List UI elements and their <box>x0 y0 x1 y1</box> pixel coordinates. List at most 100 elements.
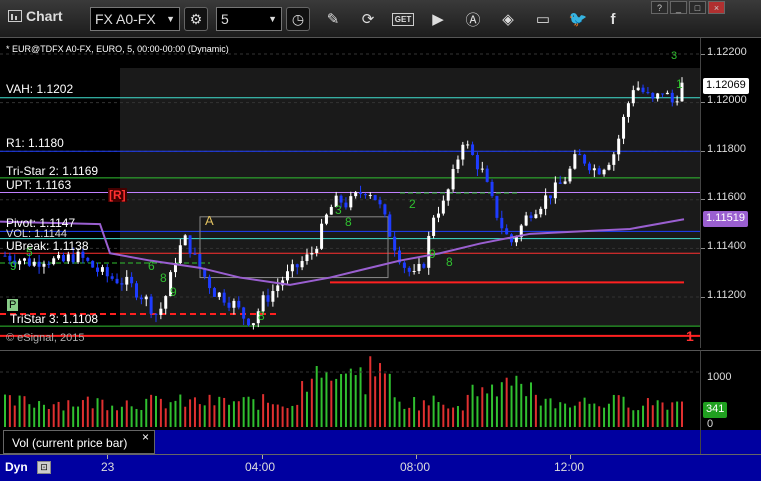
candle-body <box>217 292 221 297</box>
maximize-button[interactable]: □ <box>689 1 706 14</box>
chat-button[interactable]: ▭ <box>532 9 554 29</box>
candle-body <box>388 214 392 237</box>
candle-body <box>534 214 538 219</box>
twitter-button[interactable]: 🐦 <box>567 9 589 29</box>
time-axis[interactable]: Dyn ⊡ 23 04:00 08:00 12:00 <box>0 454 761 481</box>
candle-body <box>115 278 119 284</box>
candle-body <box>52 258 56 265</box>
candle-body <box>514 237 518 243</box>
setup-count-label: 9 <box>10 259 17 273</box>
candle-body <box>251 323 255 326</box>
candle-body <box>96 267 100 272</box>
candle-body <box>524 215 528 226</box>
chart-title-text: Chart <box>26 8 63 24</box>
level-label-upt: UPT: 1.1163 <box>6 178 72 192</box>
minimize-button[interactable]: _ <box>670 1 687 14</box>
candle-body <box>529 215 533 219</box>
level-label-tristar3: TriStar 3: 1.1108 <box>10 312 99 326</box>
refresh-button[interactable]: ⟳ <box>357 9 379 29</box>
candle-body <box>383 204 387 215</box>
candle-body <box>3 255 7 257</box>
candle-body <box>495 196 499 218</box>
lock-icon[interactable]: ⊡ <box>37 461 51 474</box>
candle-body <box>602 169 606 175</box>
candle-body <box>617 138 621 155</box>
setup-count-label: 9 <box>170 285 177 299</box>
candle-body <box>553 182 557 199</box>
volume-legend-close-button[interactable]: × <box>142 430 149 444</box>
help-button[interactable]: ? <box>651 1 668 14</box>
facebook-icon: f <box>610 10 616 28</box>
volume-axis[interactable]: 1000 0 341 <box>700 350 761 430</box>
tag-icon: ◈ <box>502 11 514 28</box>
candle-body <box>295 264 299 268</box>
alert-button[interactable]: Ⓐ <box>462 9 484 29</box>
candle-body <box>344 202 348 208</box>
price-axis[interactable]: 1.12200 1.12000 1.11800 1.11600 1.11400 … <box>700 38 761 348</box>
candle-body <box>578 154 582 156</box>
setup-count-label: 1 <box>676 77 683 91</box>
draw-tool-button[interactable]: ✎ <box>322 9 344 29</box>
volume-tick: 1000 <box>707 371 732 383</box>
right-edge-marker: 1 <box>686 328 694 344</box>
price-chart-panel[interactable]: 596898382981 * EUR@TDFX A0-FX, EURO, 5, … <box>0 38 700 348</box>
close-icon: × <box>713 2 720 13</box>
play-button[interactable]: ▶ <box>427 9 449 29</box>
candle-body <box>32 261 36 266</box>
candle-body <box>641 87 645 93</box>
close-icon: × <box>142 430 150 444</box>
setup-count-label: 2 <box>409 197 416 211</box>
settings-button[interactable]: ⚙ <box>184 7 208 31</box>
price-tick: 1.11800 <box>707 143 746 155</box>
symbol-input[interactable]: FX A0-FX ▼ <box>90 7 180 31</box>
setup-count-label: 8 <box>345 215 352 229</box>
get-button[interactable]: GET <box>391 9 415 29</box>
candle-body <box>271 291 275 302</box>
pencil-icon: ✎ <box>326 11 340 28</box>
candle-body <box>461 144 465 160</box>
candle-body <box>154 313 158 315</box>
candle-body <box>368 195 372 197</box>
candle-body <box>276 285 280 292</box>
volume-legend[interactable]: Vol (current price bar) <box>3 430 155 454</box>
close-button[interactable]: × <box>708 1 725 14</box>
candle-body <box>339 195 343 203</box>
candle-body <box>583 154 587 164</box>
candle-body <box>120 283 124 285</box>
volume-panel[interactable] <box>0 350 700 430</box>
p-marker: P <box>7 299 19 311</box>
time-template-button[interactable]: ◷ <box>286 7 310 31</box>
candle-body <box>285 271 289 281</box>
candle-body <box>300 261 304 268</box>
candle-body <box>475 154 479 170</box>
candle-body <box>626 103 630 117</box>
level-label-r1: R1: 1.1180 <box>6 136 64 150</box>
setup-count-label: 8 <box>446 255 453 269</box>
candle-body <box>222 292 226 303</box>
candle-body <box>144 296 148 300</box>
candle-body <box>329 206 333 215</box>
twitter-icon: 🐦 <box>568 11 588 28</box>
candle-body <box>568 168 572 182</box>
candle-body <box>656 93 660 99</box>
candle-body <box>373 195 377 201</box>
candle-body <box>505 228 509 235</box>
candle-body <box>612 154 616 165</box>
candle-body <box>661 93 665 95</box>
candle-body <box>432 217 436 236</box>
candle-body <box>320 223 324 249</box>
candle-body <box>27 258 31 266</box>
tag-button[interactable]: ◈ <box>497 9 519 29</box>
top-count-marker: 3 <box>671 50 678 62</box>
price-chart-canvas: 59 6898382981 <box>0 38 700 348</box>
setup-count-label: 3 <box>335 203 342 217</box>
interval-value: 5 <box>221 11 229 27</box>
candle-body <box>47 263 51 265</box>
interval-input[interactable]: 5 ▼ <box>216 7 282 31</box>
dynamic-label: Dyn <box>5 460 28 474</box>
candle-body <box>237 300 241 308</box>
facebook-button[interactable]: f <box>602 9 624 29</box>
candle-body <box>417 263 421 272</box>
ma-value-tag: 1.11519 <box>703 211 748 227</box>
time-tick: 12:00 <box>554 460 585 474</box>
